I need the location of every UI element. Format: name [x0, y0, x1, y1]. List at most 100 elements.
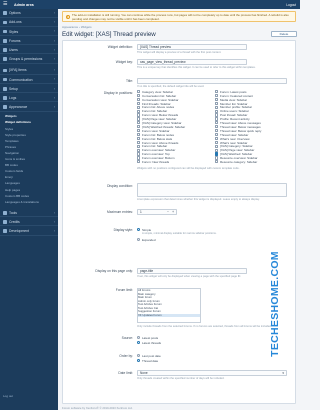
position-checkbox[interactable]: [215, 117, 219, 121]
position-checkbox[interactable]: [215, 132, 219, 137]
sidebar-item-communication[interactable]: Communication ›: [0, 75, 58, 84]
display-style-simple-radio[interactable]: [137, 228, 141, 232]
date-limit-select[interactable]: None ▾: [137, 370, 287, 376]
brand-title: Admin area: [14, 2, 34, 7]
sidebar-item-add-ons[interactable]: Add-ons ›: [0, 18, 58, 27]
increment-button[interactable]: +: [172, 210, 174, 214]
position-checkbox[interactable]: [215, 160, 219, 164]
menu-icon[interactable]: ☰: [3, 2, 7, 7]
title-input[interactable]: [137, 78, 287, 84]
display-condition-textarea[interactable]: [137, 183, 287, 197]
logout-footer-link[interactable]: Log out: [3, 394, 13, 398]
position-checkbox[interactable]: [137, 105, 141, 109]
sidebar-groups-permissions-icon: [3, 57, 7, 61]
sidebar-item-options[interactable]: Options ›: [0, 9, 58, 18]
position-checkbox[interactable]: [215, 93, 219, 98]
alert-text: The add-on installation is still running…: [72, 12, 289, 21]
chevron-down-icon: ›: [53, 77, 55, 82]
sidebar-item-logs[interactable]: Logs ›: [0, 94, 58, 103]
breadcrumb[interactable]: Appearance › Widgets: [62, 25, 92, 29]
sidebar-subitem-styles[interactable]: Styles: [0, 125, 58, 131]
sidebar-options-icon: [3, 11, 7, 15]
position-checkbox[interactable]: [137, 93, 141, 98]
display-page-input[interactable]: page-title: [137, 268, 247, 274]
sidebar-item-xfa-items[interactable]: [XFA] Items ›: [0, 66, 58, 75]
sidebar-item-users[interactable]: Users ›: [0, 46, 58, 55]
position-checkbox[interactable]: [137, 148, 141, 152]
sidebar-subitem-phrases[interactable]: Phrases: [0, 144, 58, 150]
position-checkbox[interactable]: [215, 97, 219, 102]
sidebar-item-styles[interactable]: Styles ›: [0, 27, 58, 36]
source-latest-threads-radio[interactable]: [137, 341, 141, 345]
position-checkbox[interactable]: [215, 148, 219, 152]
position-checkbox[interactable]: [137, 140, 141, 144]
sidebar-item-forums[interactable]: Forums ›: [0, 37, 58, 46]
sidebar-subitem-custom-fields[interactable]: Custom fields: [0, 168, 58, 174]
position-checkbox[interactable]: [137, 117, 141, 121]
position-checkbox[interactable]: [137, 125, 141, 129]
position-checkbox[interactable]: [137, 113, 141, 117]
position-checkbox[interactable]: [137, 160, 141, 164]
widget-definition-field[interactable]: [XAS] Thread preview: [137, 44, 247, 50]
position-checkbox[interactable]: [215, 140, 219, 144]
source-latest-posts-radio[interactable]: [137, 336, 141, 340]
position-checkbox[interactable]: [215, 125, 219, 129]
sidebar-item-tools[interactable]: Tools ›: [0, 209, 58, 218]
forum-limit-listbox[interactable]: All forums Main category Main forum Admin o…: [137, 288, 201, 323]
order-thread-date-radio[interactable]: [137, 359, 141, 363]
position-checkbox[interactable]: [137, 152, 141, 156]
sidebar-subitem-bb-codes[interactable]: BB codes: [0, 162, 58, 168]
sidebar-subitem-languages[interactable]: Languages: [0, 180, 58, 186]
decrement-button[interactable]: −: [167, 210, 169, 214]
display-condition-hint: A template expression that determines wh…: [137, 198, 260, 201]
sidebar-subitem-custom-bb-codes[interactable]: Custom BB codes: [0, 193, 58, 199]
position-checkbox[interactable]: [137, 132, 141, 137]
position-checkbox[interactable]: [215, 136, 219, 141]
position-checkbox[interactable]: [137, 136, 141, 141]
display-page-label: Display on this page only:: [95, 269, 133, 273]
position-checkbox[interactable]: [137, 101, 141, 105]
position-checkbox[interactable]: [215, 152, 219, 156]
sidebar-subitem-icons-smilies[interactable]: Icons & smilies: [0, 156, 58, 162]
sidebar-subitem-style-properties[interactable]: Style properties: [0, 132, 58, 138]
sidebar-item-development[interactable]: Development ›: [0, 227, 58, 236]
forum-option[interactable]: XF Updates Forum: [138, 313, 200, 317]
position-checkbox[interactable]: [137, 129, 141, 133]
position-checkbox[interactable]: [215, 129, 219, 133]
position-checkbox[interactable]: [215, 144, 219, 148]
sidebar-item-appearance[interactable]: Appearance ›: [0, 103, 58, 112]
position-checkbox[interactable]: [137, 156, 141, 160]
position-checkbox[interactable]: [215, 90, 219, 94]
widget-key-input[interactable]: xas_page_view_thread_preview: [137, 59, 247, 65]
position-checkbox[interactable]: [215, 113, 219, 117]
position-checkbox[interactable]: [137, 97, 141, 102]
delete-button[interactable]: Delete: [271, 31, 297, 37]
position-checkbox[interactable]: [137, 121, 141, 125]
sidebar-item-setup[interactable]: Setup ›: [0, 85, 58, 94]
position-checkbox[interactable]: [215, 121, 219, 125]
chevron-down-icon: ›: [53, 86, 55, 91]
logout-link[interactable]: Logout: [286, 3, 296, 7]
install-alert: ! The add-on installation is still runni…: [62, 11, 296, 22]
sidebar-item-groups-permissions[interactable]: Groups & permissions ›: [0, 55, 58, 64]
position-checkbox[interactable]: [137, 109, 141, 113]
position-checkbox[interactable]: [137, 144, 141, 148]
sidebar-subitem-navigation[interactable]: Navigation: [0, 150, 58, 156]
sidebar-subitem-emoji[interactable]: Emoji: [0, 174, 58, 180]
sidebar-subitem-widgets[interactable]: Widgets: [0, 113, 58, 119]
position-checkbox[interactable]: [215, 156, 219, 160]
sidebar-subitem-help-pages[interactable]: Help pages: [0, 186, 58, 192]
position-option-label: Resource category: Sidebar: [220, 160, 258, 164]
position-checkbox[interactable]: [137, 90, 141, 94]
sidebar-item-credits[interactable]: Credits ›: [0, 218, 58, 227]
maximum-entries-input[interactable]: 1 − +: [137, 209, 177, 215]
sidebar-subitem-languages-translations[interactable]: Languages & translations: [0, 199, 58, 205]
sidebar-subitem-templates[interactable]: Templates: [0, 138, 58, 144]
position-checkbox[interactable]: [215, 101, 219, 105]
footer-copyright: Forum software by XenForo® © 2010-2023 X…: [62, 406, 133, 410]
display-style-expanded-radio[interactable]: [137, 238, 141, 242]
position-checkbox[interactable]: [215, 109, 219, 113]
order-last-post-radio[interactable]: [137, 354, 141, 358]
sidebar-subitem-widget-definitions[interactable]: Widget definitions: [0, 119, 58, 125]
position-checkbox[interactable]: [215, 105, 219, 109]
